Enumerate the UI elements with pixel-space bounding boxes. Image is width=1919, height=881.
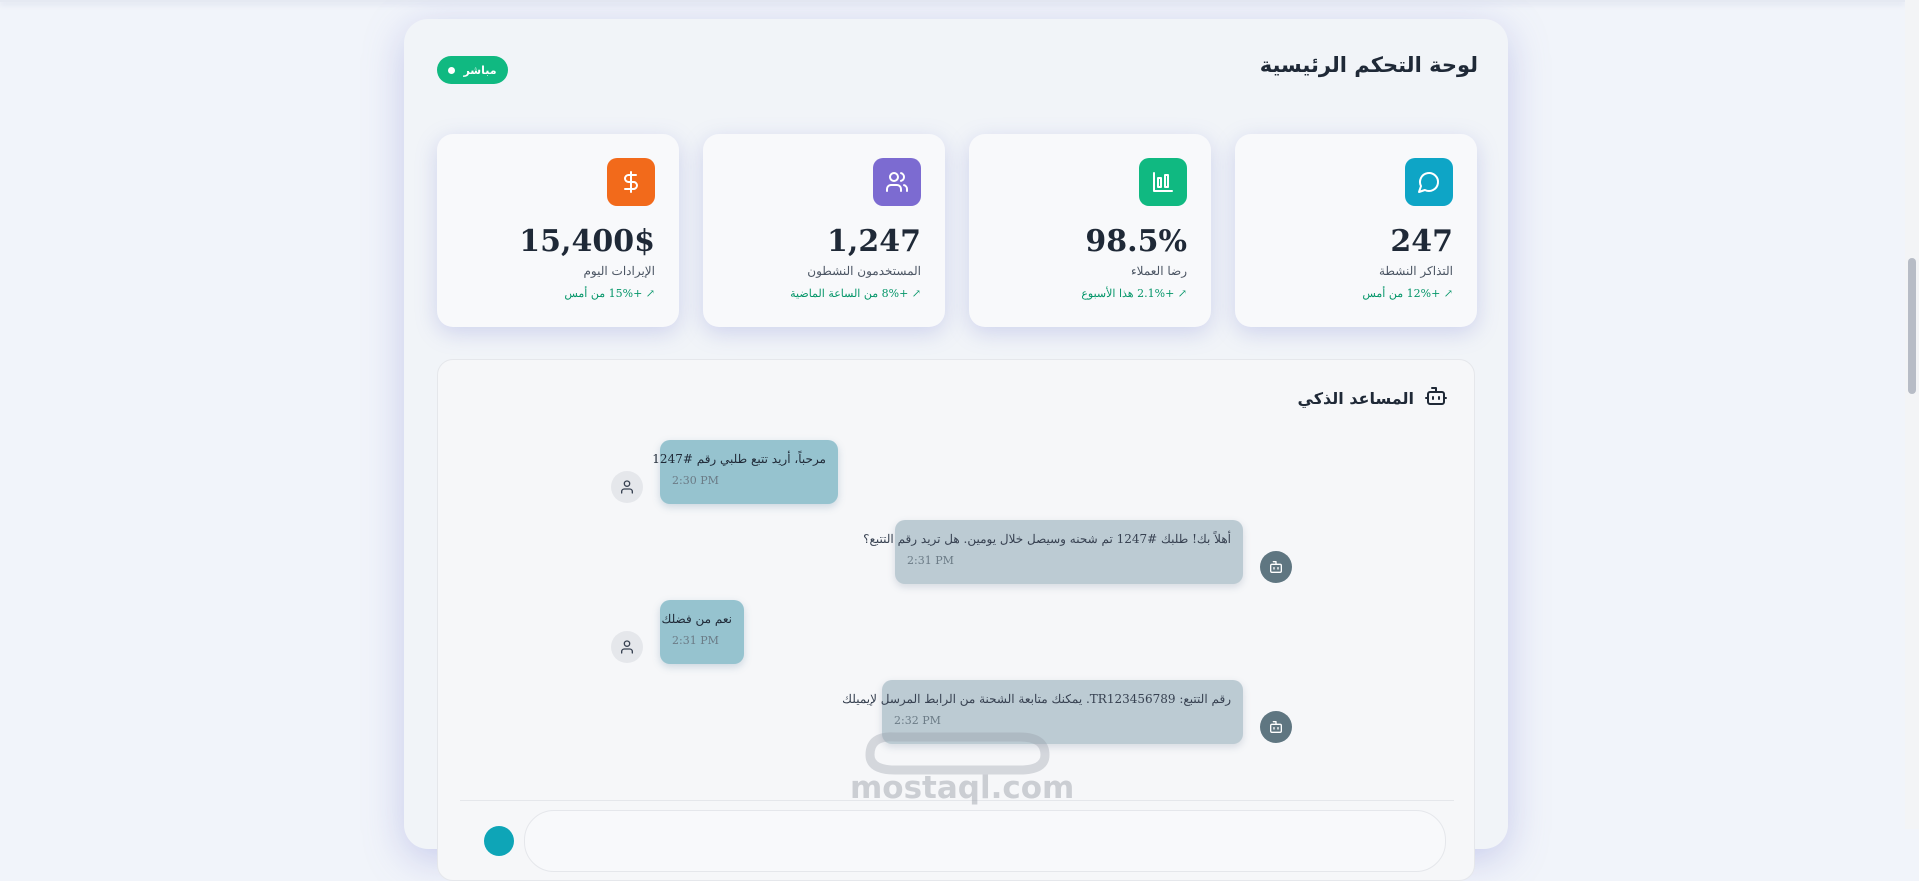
chat-input[interactable] — [524, 810, 1446, 872]
bar-chart-icon — [1139, 158, 1187, 206]
user-avatar — [611, 471, 643, 503]
stat-card-revenue: 15,400$ الإيرادات اليوم ↗ +15% من أمس — [437, 134, 679, 327]
stat-change: ↗ +12% من أمس — [1362, 287, 1453, 300]
stat-label: التذاكر النشطة — [1379, 264, 1453, 278]
message-text: رقم التتبع: TR123456789. يمكنك متابعة ال… — [842, 692, 1231, 706]
chat-message-bot: أهلاً بك! طلبك #1247 تم شحنه وسيصل خلال … — [863, 520, 1243, 584]
page-title: لوحة التحكم الرئيسية — [1259, 53, 1478, 77]
stat-label: رضا العملاء — [1131, 264, 1187, 278]
message-text: نعم من فضلك — [661, 612, 732, 626]
robot-icon — [1424, 384, 1448, 412]
stats-grid: 247 التذاكر النشطة ↗ +12% من أمس 98.5% ر… — [437, 134, 1477, 327]
dollar-icon — [607, 158, 655, 206]
stat-card-satisfaction: 98.5% رضا العملاء ↗ +2.1% هذا الأسبوع — [969, 134, 1211, 327]
message-time: 2:31 PM — [907, 554, 954, 567]
bot-avatar — [1260, 711, 1292, 743]
live-status-badge: مباشر — [437, 56, 508, 84]
page-scrollbar[interactable] — [1905, 0, 1919, 829]
stat-value: 1,247 — [827, 224, 921, 259]
chat-message-user: نعم من فضلك 2:31 PM — [660, 600, 744, 664]
assistant-title: المساعد الذكي — [1297, 388, 1414, 408]
stat-change: ↗ +8% من الساعة الماضية — [790, 287, 921, 300]
stat-value: 98.5% — [1085, 224, 1187, 259]
send-button[interactable] — [484, 826, 514, 856]
stat-card-active-tickets: 247 التذاكر النشطة ↗ +12% من أمس — [1235, 134, 1477, 327]
stat-value: 247 — [1390, 224, 1453, 259]
message-text: مرحباً، أريد تتبع طلبي رقم #1247 — [652, 452, 826, 466]
stat-value: 15,400$ — [519, 224, 655, 259]
watermark-logo-icon — [865, 732, 1050, 775]
message-time: 2:31 PM — [672, 634, 719, 647]
stat-label: المستخدمون النشطون — [807, 264, 921, 278]
users-icon — [873, 158, 921, 206]
stat-label: الإيرادات اليوم — [583, 264, 655, 278]
scrollbar-thumb[interactable] — [1908, 258, 1916, 394]
user-avatar — [611, 631, 643, 663]
stat-change: ↗ +2.1% هذا الأسبوع — [1081, 287, 1187, 300]
previous-section-edge — [0, 0, 1905, 2]
assistant-header: المساعد الذكي — [1298, 384, 1448, 412]
message-time: 2:30 PM — [672, 474, 719, 487]
watermark-text: mostaql.com — [850, 770, 1075, 806]
chat-message-user: مرحباً، أريد تتبع طلبي رقم #1247 2:30 PM — [652, 440, 838, 504]
live-dot-icon — [448, 66, 456, 74]
live-label: مباشر — [463, 63, 497, 77]
chat-bubble-icon — [1405, 158, 1453, 206]
stat-card-active-users: 1,247 المستخدمون النشطون ↗ +8% من الساعة… — [703, 134, 945, 327]
message-text: أهلاً بك! طلبك #1247 تم شحنه وسيصل خلال … — [863, 532, 1231, 546]
stat-change: ↗ +15% من أمس — [564, 287, 655, 300]
bot-avatar — [1260, 551, 1292, 583]
